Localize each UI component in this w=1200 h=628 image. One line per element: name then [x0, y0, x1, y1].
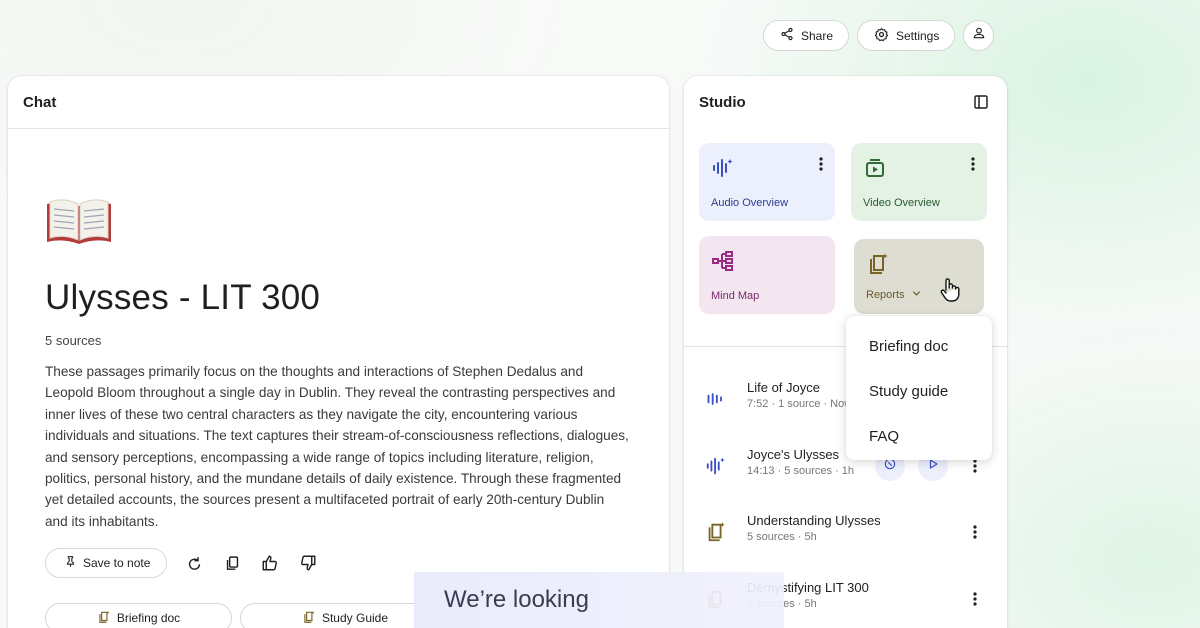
settings-button[interactable]: Settings — [857, 20, 955, 51]
top-actions: Share Settings — [763, 20, 994, 51]
studio-title: Studio — [699, 94, 746, 111]
more-vert-icon[interactable] — [819, 157, 823, 176]
thumbs-up-icon[interactable] — [259, 552, 281, 574]
chat-title: Chat — [23, 93, 57, 111]
caption-text: We’re looking — [444, 586, 589, 613]
menu-item-faq[interactable]: FAQ — [846, 414, 992, 459]
note-title: Understanding Ulysses — [747, 513, 881, 528]
note-title: Life of Joyce — [747, 380, 820, 395]
collapse-panel-icon[interactable] — [973, 94, 989, 115]
video-overview-card[interactable]: Video Overview — [851, 143, 987, 221]
report-icon — [302, 610, 316, 627]
share-label: Share — [801, 28, 834, 43]
briefing-doc-chip[interactable]: Briefing doc — [45, 603, 232, 628]
reports-menu: Briefing doc Study guide FAQ — [846, 316, 992, 460]
report-icon — [704, 520, 728, 544]
notebook-title: Ulysses - LIT 300 — [45, 278, 321, 317]
sources-count: 5 sources — [45, 333, 102, 348]
suggested-actions: Briefing doc Study Guide — [45, 603, 450, 628]
note-title: Joyce's Ulysses — [747, 447, 840, 462]
gear-icon — [874, 27, 889, 45]
response-actions: Save to note — [45, 548, 319, 578]
caption-overlay: We’re looking — [414, 572, 784, 628]
audio-wave-icon — [711, 156, 735, 185]
more-vert-icon[interactable] — [973, 525, 977, 544]
person-icon — [972, 26, 986, 45]
hand-cursor-icon — [939, 277, 961, 308]
menu-item-study-guide[interactable]: Study guide — [846, 369, 992, 414]
mind-map-label: Mind Map — [711, 290, 760, 302]
share-icon — [780, 27, 794, 44]
note-item[interactable]: Understanding Ulysses 5 sources · 5h — [684, 508, 1007, 558]
note-subtitle: 5 sources · 5h — [747, 531, 817, 543]
more-vert-icon[interactable] — [971, 157, 975, 176]
open-book-icon — [44, 194, 114, 250]
save-to-note-button[interactable]: Save to note — [45, 548, 168, 578]
report-icon — [866, 252, 890, 281]
copy-icon[interactable] — [221, 552, 243, 574]
studio-header: Studio — [684, 76, 1007, 129]
save-to-note-label: Save to note — [83, 556, 151, 570]
share-button[interactable]: Share — [763, 20, 849, 51]
note-subtitle: 14:13 · 5 sources · 1h — [747, 465, 855, 477]
audio-overview-card[interactable]: Audio Overview — [699, 143, 835, 221]
audio-wave-icon — [704, 387, 728, 411]
chat-header: Chat — [8, 76, 669, 129]
reports-label: Reports — [866, 288, 922, 302]
report-icon — [97, 610, 111, 627]
briefing-doc-label: Briefing doc — [116, 611, 181, 625]
video-overview-label: Video Overview — [863, 197, 940, 209]
account-button[interactable] — [963, 20, 994, 51]
study-guide-label: Study Guide — [321, 611, 389, 625]
more-vert-icon[interactable] — [973, 459, 977, 478]
mind-map-card[interactable]: Mind Map — [699, 236, 835, 314]
more-vert-icon[interactable] — [973, 592, 977, 611]
audio-overview-label: Audio Overview — [711, 197, 789, 209]
audio-wave-icon — [704, 454, 728, 478]
notebook-summary: These passages primarily focus on the th… — [45, 364, 629, 529]
mind-map-icon — [711, 249, 735, 278]
note-subtitle: 7:52 · 1 source · Now — [747, 398, 853, 410]
reports-card[interactable]: Reports — [854, 239, 984, 314]
chat-panel: Chat Ulysses - LIT 300 5 sources These p… — [8, 76, 669, 628]
video-icon — [863, 156, 887, 185]
menu-item-briefing-doc[interactable]: Briefing doc — [846, 324, 992, 369]
settings-label: Settings — [896, 28, 940, 43]
pin-icon — [64, 555, 77, 571]
regenerate-icon[interactable] — [183, 552, 205, 574]
chevron-down-icon — [911, 288, 922, 302]
reports-text: Reports — [866, 289, 905, 301]
thumbs-down-icon[interactable] — [297, 552, 319, 574]
